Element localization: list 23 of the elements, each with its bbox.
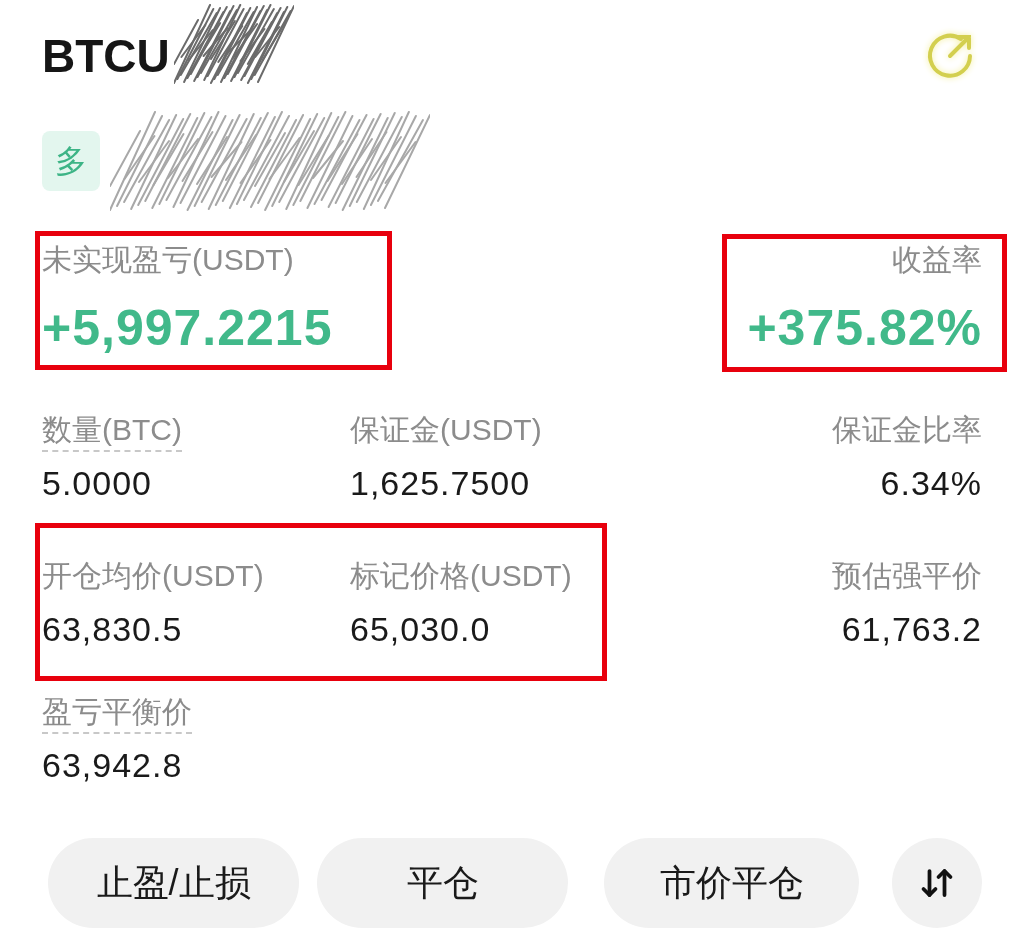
pnl-label: 未实现盈亏(USDT) — [42, 242, 294, 278]
field-label: 保证金(USDT) — [350, 412, 542, 448]
field-value: 63,942.8 — [42, 745, 183, 786]
field-value: 61,763.2 — [841, 609, 982, 650]
field-label: 数量(BTC) — [42, 410, 182, 452]
field-value: 1,625.7500 — [350, 463, 531, 504]
field-value: 65,030.0 — [350, 609, 491, 650]
roi-value: +375.82% — [747, 300, 982, 356]
action-button[interactable]: 止盈/止损 — [48, 838, 300, 928]
action-button[interactable]: 市价平仓 — [604, 838, 860, 928]
field-label: 保证金比率 — [832, 412, 982, 448]
field-label: 预估强平价 — [832, 558, 982, 594]
pnl-value: +5,997.2215 — [42, 300, 333, 356]
pair-title: BTCU — [42, 29, 170, 84]
field-label: 开仓均价(USDT) — [42, 558, 264, 594]
field-label: 标记价格(USDT) — [350, 558, 572, 594]
side-badge: 多 — [42, 130, 100, 191]
field-value: 63,830.5 — [42, 609, 183, 650]
action-button[interactable]: 平仓 — [317, 838, 569, 928]
roi-label: 收益率 — [892, 242, 982, 278]
field-value: 6.34% — [880, 463, 982, 504]
field-value: 5.0000 — [42, 463, 152, 504]
field-label: 盈亏平衡价 — [42, 692, 192, 734]
